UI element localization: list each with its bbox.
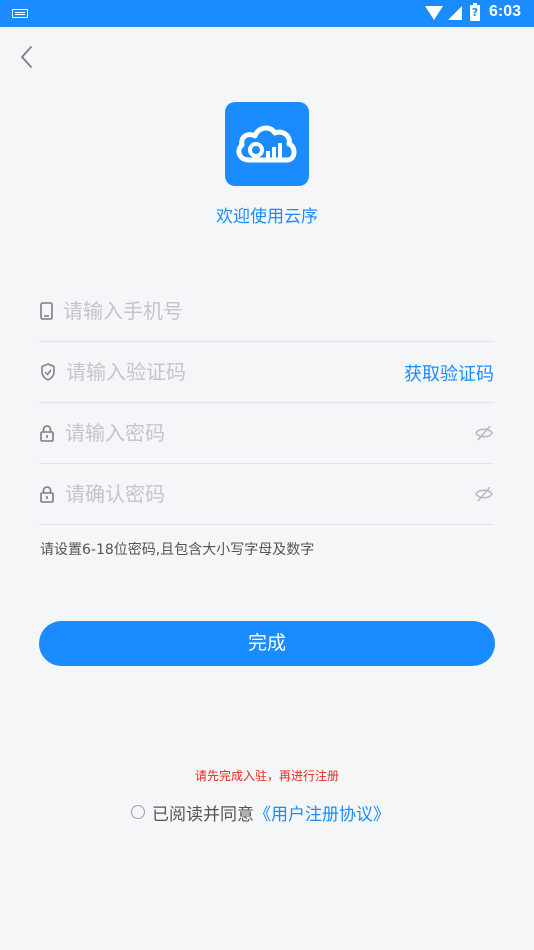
confirm-password-input[interactable]	[65, 476, 385, 512]
back-button[interactable]	[14, 44, 40, 70]
battery-label: ?	[471, 6, 479, 19]
password-field-row	[39, 403, 494, 464]
phone-input[interactable]	[63, 293, 383, 329]
welcome-text: 欢迎使用云序	[216, 207, 318, 227]
agree-radio[interactable]	[131, 805, 145, 819]
submit-button[interactable]: 完成	[39, 621, 495, 666]
agreement-row: 已阅读并同意 《用户注册协议》	[131, 800, 390, 825]
signal-icon	[448, 6, 462, 20]
lock-icon	[40, 425, 54, 442]
get-code-button[interactable]: 获取验证码	[404, 360, 494, 386]
shield-icon	[41, 363, 55, 381]
confirm-password-field-row	[39, 464, 494, 525]
eye-off-icon[interactable]	[474, 424, 494, 442]
agreement-prefix: 已阅读并同意	[152, 804, 254, 825]
status-bar: ? 6:03	[0, 0, 534, 27]
phone-field-row	[39, 281, 494, 342]
app-logo	[225, 102, 309, 186]
status-time: 6:03	[489, 3, 522, 20]
password-input[interactable]	[65, 415, 385, 451]
warning-text: 请先完成入驻，再进行注册	[194, 769, 339, 783]
cloud-logo-icon	[236, 125, 297, 163]
lock-icon	[40, 486, 54, 503]
wifi-icon	[425, 6, 443, 20]
password-hint: 请设置6-18位密码,且包含大小写字母及数字	[40, 542, 315, 558]
agreement-link[interactable]: 《用户注册协议》	[254, 800, 390, 825]
eye-off-icon[interactable]	[474, 485, 494, 503]
phone-icon	[40, 302, 53, 320]
back-arrow-icon	[21, 46, 32, 68]
code-field-row: 获取验证码	[39, 342, 494, 403]
keyboard-icon	[12, 9, 28, 18]
battery-icon: ?	[470, 3, 480, 21]
code-input[interactable]	[66, 354, 386, 390]
